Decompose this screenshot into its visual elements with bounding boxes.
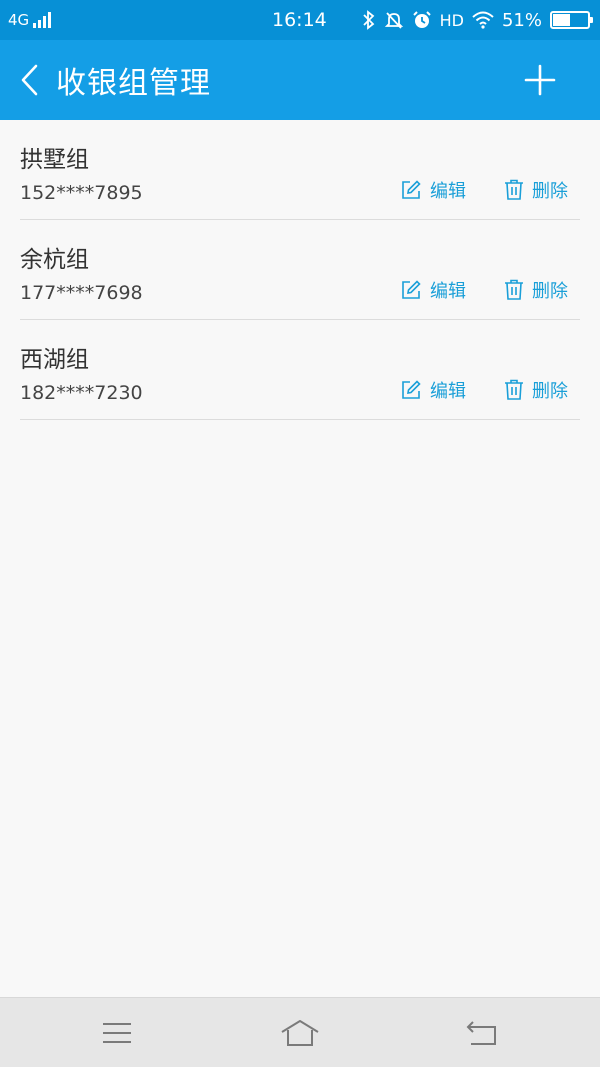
alarm-clock-icon (412, 11, 431, 28)
chevron-left-icon (21, 64, 38, 96)
pencil-square-icon (402, 280, 421, 299)
menu-icon (103, 1023, 131, 1043)
delete-button[interactable]: 删除 (504, 375, 568, 405)
battery-fill (553, 14, 571, 26)
wifi-icon (472, 11, 494, 29)
mute-alarm-icon (384, 12, 403, 29)
delete-label: 删除 (532, 381, 568, 402)
group-phone: 182****7230 (20, 382, 143, 404)
delete-button[interactable]: 删除 (504, 175, 568, 205)
battery-percent: 51% (501, 9, 542, 31)
delete-label: 删除 (532, 281, 568, 302)
nav-menu-button[interactable] (95, 1013, 139, 1053)
edit-label: 编辑 (430, 181, 466, 202)
list-item: 西湖组 182****7230 编辑 删除 (20, 320, 580, 420)
pencil-square-icon (402, 180, 421, 199)
bluetooth-icon (362, 10, 374, 30)
trash-icon (505, 179, 523, 200)
page-title: 收银组管理 (56, 66, 211, 101)
app-bar: 收银组管理 (0, 40, 600, 120)
list-item: 拱墅组 152****7895 编辑 删除 (20, 120, 580, 220)
nav-home-button[interactable] (278, 1013, 322, 1053)
delete-label: 删除 (532, 181, 568, 202)
back-icon (466, 1021, 496, 1045)
group-name: 拱墅组 (20, 147, 89, 173)
delete-button[interactable]: 删除 (504, 275, 568, 305)
nav-back-button[interactable] (460, 1013, 504, 1053)
home-icon (281, 1020, 319, 1046)
status-left: 4G (8, 0, 52, 40)
system-nav-bar (0, 997, 600, 1067)
battery-icon (550, 11, 593, 29)
edit-label: 编辑 (430, 281, 466, 302)
edit-button[interactable]: 编辑 (400, 375, 466, 405)
group-list: 拱墅组 152****7895 编辑 删除 余杭组 177****7698 编辑… (0, 120, 600, 420)
plus-icon (524, 64, 556, 96)
signal-icon (33, 12, 52, 28)
edit-button[interactable]: 编辑 (400, 275, 466, 305)
status-time: 16:14 (272, 9, 327, 31)
back-button[interactable] (10, 60, 50, 100)
group-name: 西湖组 (20, 347, 89, 373)
group-phone: 152****7895 (20, 182, 143, 204)
edit-label: 编辑 (430, 381, 466, 402)
edit-button[interactable]: 编辑 (400, 175, 466, 205)
hd-label: HD (439, 10, 464, 30)
network-type: 4G (8, 11, 30, 29)
group-phone: 177****7698 (20, 282, 143, 304)
trash-icon (505, 379, 523, 400)
status-right: HD 51% (362, 0, 593, 40)
trash-icon (505, 279, 523, 300)
pencil-square-icon (402, 380, 421, 399)
add-group-button[interactable] (516, 56, 564, 104)
group-name: 余杭组 (20, 247, 89, 273)
list-item: 余杭组 177****7698 编辑 删除 (20, 220, 580, 320)
status-bar: 4G 16:14 HD 51% (0, 0, 600, 40)
